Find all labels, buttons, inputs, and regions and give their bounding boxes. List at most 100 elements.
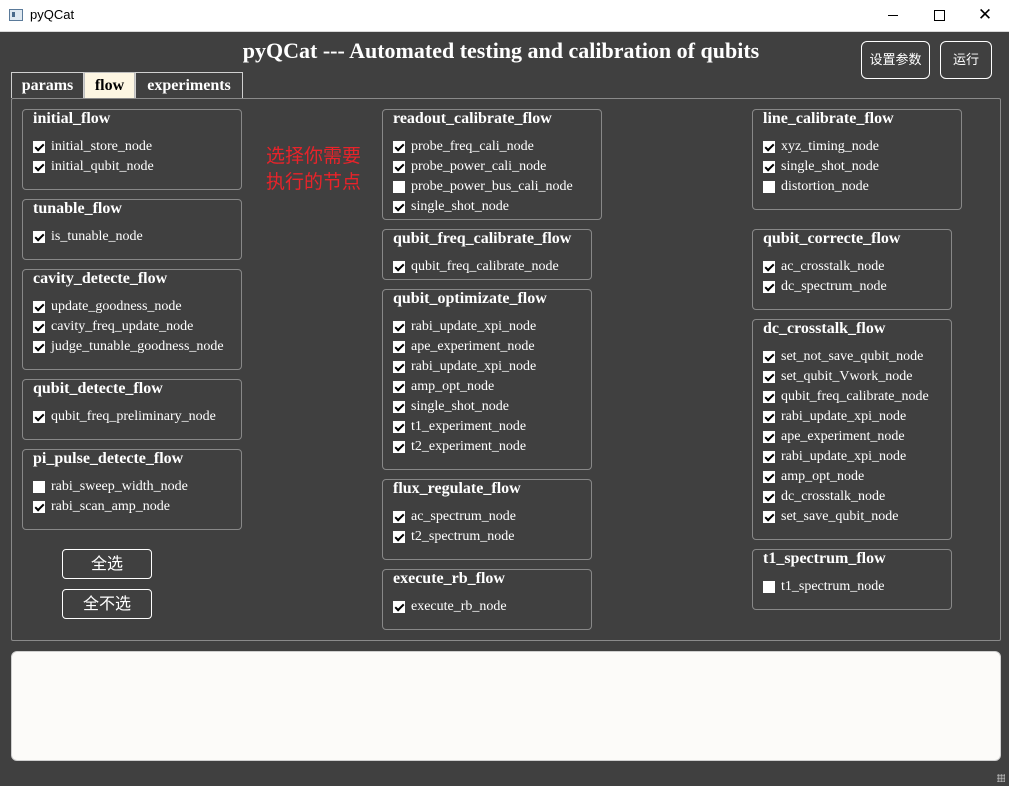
checkbox-checked-icon[interactable]: [33, 341, 45, 353]
node-label: probe_power_bus_cali_node: [411, 179, 573, 194]
group-title: qubit_freq_calibrate_flow: [393, 230, 572, 247]
node-label: qubit_freq_calibrate_node: [781, 389, 929, 404]
node-label: distortion_node: [781, 179, 869, 194]
group-title: qubit_optimizate_flow: [393, 290, 547, 307]
group-tunable-flow: tunable_flow is_tunable_node: [22, 199, 242, 260]
checkbox-checked-icon[interactable]: [33, 321, 45, 333]
resize-grip-icon[interactable]: [997, 774, 1005, 782]
node-label: judge_tunable_goodness_node: [51, 339, 224, 354]
checkbox-unchecked-icon[interactable]: [763, 181, 775, 193]
close-button[interactable]: ✕: [962, 0, 1008, 31]
node-label: dc_crosstalk_node: [781, 489, 886, 504]
checkbox-checked-icon[interactable]: [393, 421, 405, 433]
node-label: qubit_freq_preliminary_node: [51, 409, 216, 424]
checkbox-checked-icon[interactable]: [33, 141, 45, 153]
node-label: t1_spectrum_node: [781, 579, 885, 594]
node-label: set_save_qubit_node: [781, 509, 899, 524]
group-cavity-detecte-flow: cavity_detecte_flow update_goodness_node c…: [22, 269, 242, 370]
checkbox-checked-icon[interactable]: [33, 411, 45, 423]
node-label: is_tunable_node: [51, 229, 143, 244]
group-title: cavity_detecte_flow: [33, 270, 168, 287]
node-label: ac_crosstalk_node: [781, 259, 885, 274]
settings-button[interactable]: 设置参数: [861, 41, 930, 79]
checkbox-checked-icon[interactable]: [33, 301, 45, 313]
node-label: execute_rb_node: [411, 599, 507, 614]
node-label: qubit_freq_calibrate_node: [411, 259, 559, 274]
checkbox-unchecked-icon[interactable]: [393, 181, 405, 193]
page-title: pyQCat --- Automated testing and calibra…: [242, 38, 760, 63]
group-qubit-detecte-flow: qubit_detecte_flow qubit_freq_preliminary…: [22, 379, 242, 440]
run-button[interactable]: 运行: [940, 41, 992, 79]
checkbox-checked-icon[interactable]: [33, 501, 45, 513]
group-title: line_calibrate_flow: [763, 110, 894, 127]
checkbox-checked-icon[interactable]: [393, 201, 405, 213]
log-output[interactable]: [11, 651, 1001, 761]
title-bar: pyQCat ✕: [0, 0, 1009, 32]
group-title: qubit_correcte_flow: [763, 230, 901, 247]
checkbox-checked-icon[interactable]: [763, 471, 775, 483]
maximize-button[interactable]: [916, 0, 962, 31]
checkbox-checked-icon[interactable]: [763, 451, 775, 463]
node-label: ac_spectrum_node: [411, 509, 516, 524]
checkbox-checked-icon[interactable]: [763, 141, 775, 153]
checkbox-checked-icon[interactable]: [763, 261, 775, 273]
node-label: rabi_update_xpi_node: [781, 449, 907, 464]
node-label: probe_freq_cali_node: [411, 139, 534, 154]
checkbox-checked-icon[interactable]: [393, 381, 405, 393]
checkbox-checked-icon[interactable]: [393, 321, 405, 333]
minimize-button[interactable]: [870, 0, 916, 31]
app-icon: [9, 9, 23, 21]
checkbox-checked-icon[interactable]: [393, 401, 405, 413]
group-title: qubit_detecte_flow: [33, 380, 163, 397]
node-label: dc_spectrum_node: [781, 279, 887, 294]
node-label: rabi_scan_amp_node: [51, 499, 170, 514]
checkbox-checked-icon[interactable]: [763, 511, 775, 523]
checkbox-checked-icon[interactable]: [393, 441, 405, 453]
checkbox-checked-icon[interactable]: [393, 361, 405, 373]
tab-flow[interactable]: flow: [84, 72, 135, 98]
node-label: set_not_save_qubit_node: [781, 349, 924, 364]
select-none-button[interactable]: 全不选: [62, 589, 152, 619]
node-label: single_shot_node: [411, 399, 509, 414]
checkbox-checked-icon[interactable]: [763, 391, 775, 403]
checkbox-unchecked-icon[interactable]: [763, 581, 775, 593]
node-label: t2_spectrum_node: [411, 529, 515, 544]
group-line-calibrate-flow: line_calibrate_flow xyz_timing_node single…: [752, 109, 962, 210]
checkbox-checked-icon[interactable]: [393, 341, 405, 353]
tab-experiments[interactable]: experiments: [135, 72, 243, 98]
node-label: rabi_sweep_width_node: [51, 479, 188, 494]
node-label: probe_power_cali_node: [411, 159, 547, 174]
group-initial-flow: initial_flow initial_store_node initial_qu…: [22, 109, 242, 190]
group-title: readout_calibrate_flow: [393, 110, 552, 127]
group-title: tunable_flow: [33, 200, 122, 217]
close-icon: ✕: [977, 5, 993, 25]
group-title: t1_spectrum_flow: [763, 550, 886, 567]
checkbox-checked-icon[interactable]: [393, 141, 405, 153]
node-label: rabi_update_xpi_node: [411, 319, 537, 334]
checkbox-checked-icon[interactable]: [393, 261, 405, 273]
tab-params[interactable]: params: [11, 72, 84, 98]
checkbox-checked-icon[interactable]: [763, 351, 775, 363]
checkbox-checked-icon[interactable]: [763, 411, 775, 423]
group-title: initial_flow: [33, 110, 111, 127]
checkbox-checked-icon[interactable]: [393, 161, 405, 173]
group-execute-rb-flow: execute_rb_flow execute_rb_node: [382, 569, 592, 630]
select-all-button[interactable]: 全选: [62, 549, 152, 579]
checkbox-checked-icon[interactable]: [763, 431, 775, 443]
checkbox-checked-icon[interactable]: [393, 601, 405, 613]
checkbox-checked-icon[interactable]: [763, 491, 775, 503]
checkbox-unchecked-icon[interactable]: [33, 481, 45, 493]
node-label: set_qubit_Vwork_node: [781, 369, 913, 384]
checkbox-checked-icon[interactable]: [33, 231, 45, 243]
node-label: xyz_timing_node: [781, 139, 879, 154]
checkbox-checked-icon[interactable]: [393, 511, 405, 523]
checkbox-checked-icon[interactable]: [33, 161, 45, 173]
node-label: t2_experiment_node: [411, 439, 527, 454]
checkbox-checked-icon[interactable]: [763, 281, 775, 293]
checkbox-checked-icon[interactable]: [763, 161, 775, 173]
group-title: dc_crosstalk_flow: [763, 320, 886, 337]
group-flux-regulate-flow: flux_regulate_flow ac_spectrum_node t2_spe…: [382, 479, 592, 560]
checkbox-checked-icon[interactable]: [393, 531, 405, 543]
group-readout-calibrate-flow: readout_calibrate_flow probe_freq_cali_no…: [382, 109, 602, 220]
checkbox-checked-icon[interactable]: [763, 371, 775, 383]
